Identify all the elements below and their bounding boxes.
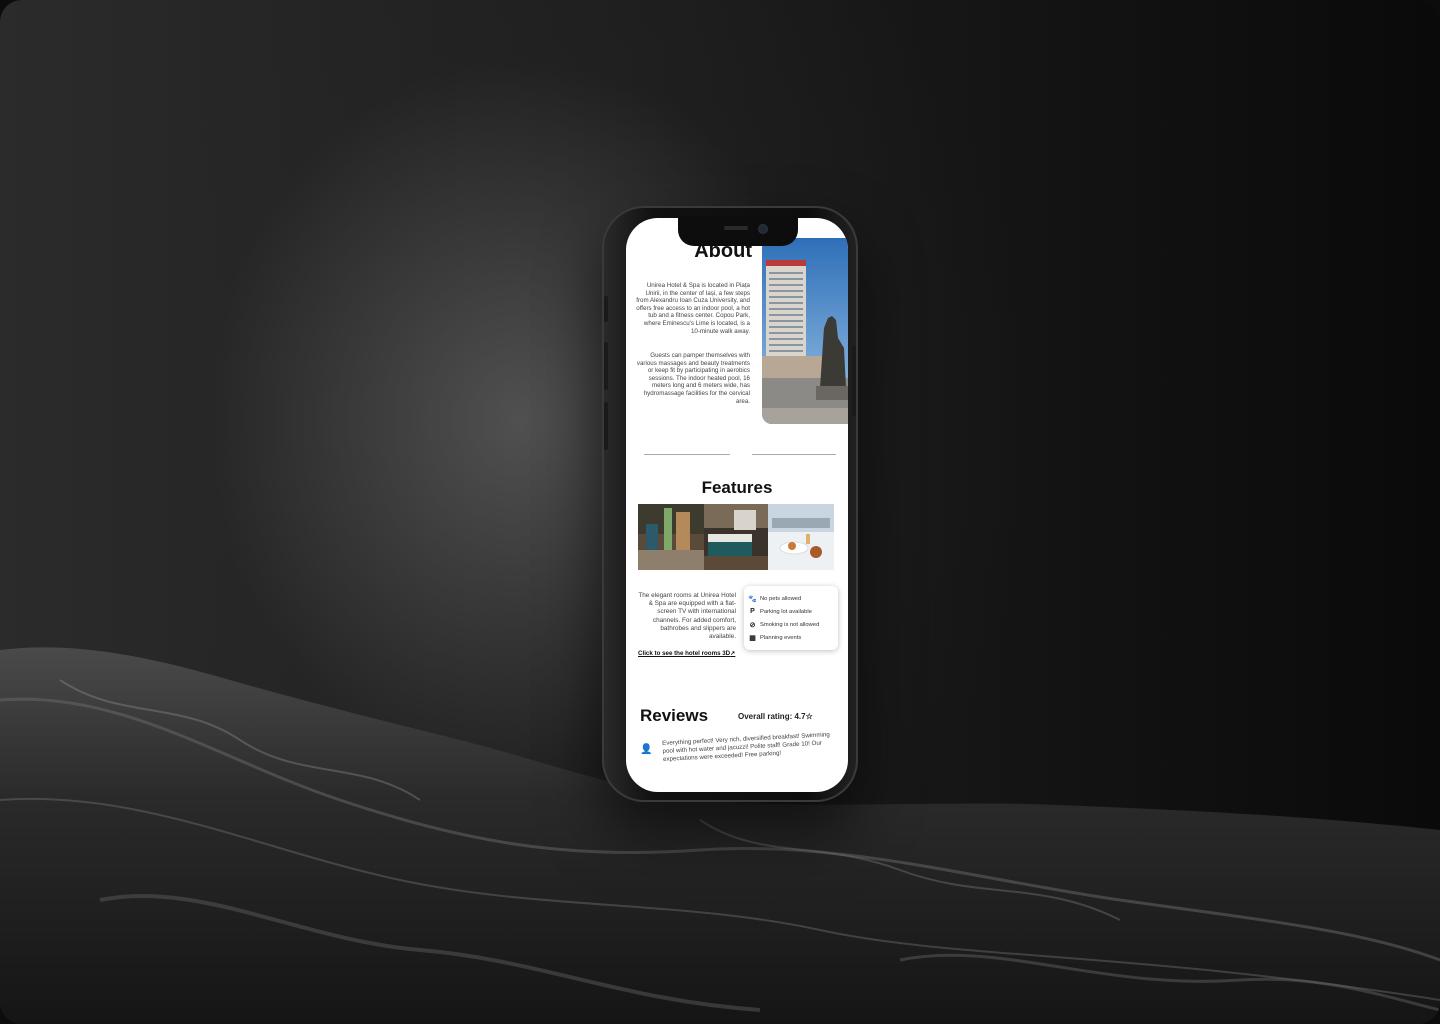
- features-title: Features: [701, 478, 773, 497]
- hotel-exterior-photo: [762, 238, 848, 424]
- features-description: The elegant rooms at Unirea Hotel & Spa …: [638, 592, 736, 641]
- phone-mockup: About Unirea Hotel & Spa is located in P…: [602, 206, 858, 802]
- reviews-title: Reviews: [640, 706, 709, 725]
- user-icon: 👤: [640, 744, 653, 755]
- parking-icon: P: [750, 608, 755, 615]
- about-paragraph-2: Guests can pamper themselves with variou…: [636, 352, 750, 405]
- amenity-item: ▦ Planning events: [748, 631, 834, 644]
- amenity-item: ⊘ Smoking is not allowed: [748, 618, 834, 631]
- amenity-label: Parking lot available: [760, 608, 812, 615]
- no-smoking-icon: ⊘: [749, 621, 756, 629]
- features-gallery: [638, 504, 834, 570]
- section-divider-left: [644, 454, 730, 455]
- amenity-item: 🐾 No pets allowed: [748, 592, 834, 605]
- about-paragraph-1: Unirea Hotel & Spa is located in Piața U…: [636, 282, 750, 335]
- amenity-label: No pets allowed: [760, 595, 802, 602]
- amenity-label: Planning events: [760, 634, 802, 641]
- speaker-grille: [724, 226, 748, 230]
- review-text: Everything perfect! Very rich, diversifi…: [662, 731, 830, 763]
- calendar-icon: ▦: [749, 634, 756, 642]
- amenity-label: Smoking is not allowed: [760, 621, 820, 628]
- phone-notch: [678, 216, 798, 246]
- phone-volume-up-button: [604, 342, 608, 390]
- mockup-background: About Unirea Hotel & Spa is located in P…: [0, 0, 1440, 1024]
- gallery-photo-bedroom: [704, 504, 768, 570]
- rooms-link-label: Click to see the hotel rooms 3D: [638, 650, 731, 657]
- phone-screen: About Unirea Hotel & Spa is located in P…: [626, 218, 848, 792]
- gallery-photo-lobby: [638, 504, 704, 570]
- gallery-photo-breakfast: [768, 504, 834, 570]
- amenities-card: 🐾 No pets allowed P Parking lot availabl…: [744, 586, 838, 650]
- phone-side-button: [604, 296, 608, 322]
- hotel-rooms-3d-link[interactable]: Click to see the hotel rooms 3D↗: [638, 650, 735, 657]
- front-camera: [758, 224, 768, 234]
- overall-rating: Overall rating: 4.7☆: [738, 712, 813, 721]
- paw-icon: 🐾: [748, 595, 757, 603]
- amenity-item: P Parking lot available: [748, 605, 834, 618]
- section-divider-right: [752, 454, 836, 455]
- phone-volume-down-button: [604, 402, 608, 450]
- external-link-icon: ↗: [730, 650, 736, 657]
- phone-power-button: [852, 346, 856, 416]
